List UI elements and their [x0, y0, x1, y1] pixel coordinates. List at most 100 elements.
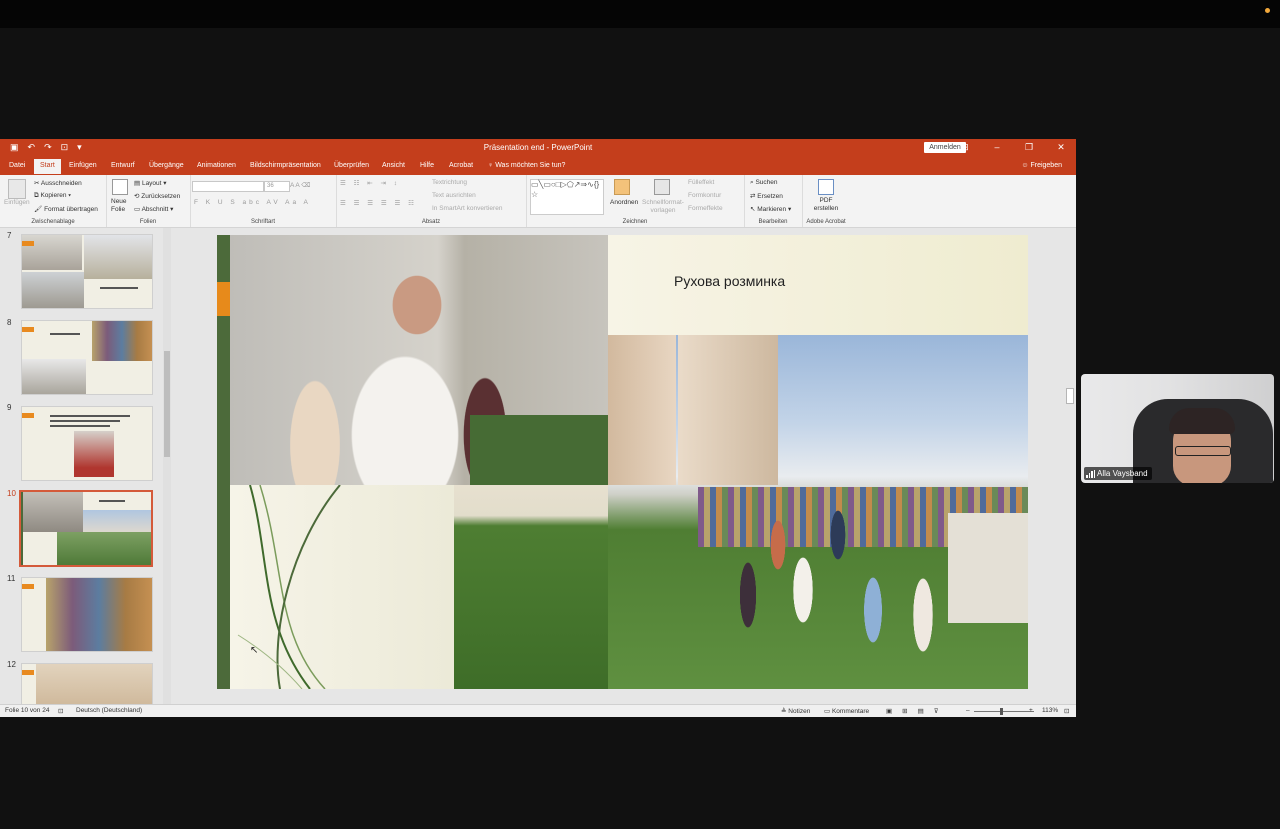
tab-ueberpruefen[interactable]: Überprüfen	[334, 162, 369, 169]
slide-title[interactable]: Рухова розминка	[674, 273, 785, 289]
quick-styles-button[interactable]: Schnellformat-vorlagen	[640, 199, 686, 215]
tab-hilfe[interactable]: Hilfe	[420, 162, 434, 169]
smartart-button[interactable]: In SmartArt konvertieren	[432, 205, 502, 212]
fit-to-window-icon[interactable]: ⊡	[1064, 707, 1069, 715]
font-group-label: Schriftart	[250, 219, 275, 225]
comment-icon: ▭	[824, 708, 832, 715]
cut-button[interactable]: ✂ Ausschneiden	[34, 179, 82, 187]
tab-bildschirmpraesentation[interactable]: Bildschirmpräsentation	[250, 162, 321, 169]
align-buttons[interactable]: ☰ ☰ ☰ ☰ ☰ ☷	[340, 199, 417, 207]
select-button[interactable]: ↖ Markieren ▾	[750, 205, 791, 213]
tab-uebergaenge[interactable]: Übergänge	[149, 162, 184, 169]
slide-thumbnail-8[interactable]	[21, 320, 153, 395]
quick-styles-icon[interactable]	[654, 179, 670, 195]
text-direction-button[interactable]: Textrichtung	[432, 179, 467, 186]
tell-me-search[interactable]: ♀ Was möchten Sie tun?	[488, 162, 565, 169]
thumbnail-scroll-thumb[interactable]	[164, 351, 170, 457]
slide-scrollbar[interactable]	[1065, 228, 1074, 704]
zoom-slider[interactable]	[974, 711, 1034, 712]
photo-participants	[718, 505, 958, 675]
person-icon: ☺	[1021, 162, 1029, 169]
font-size-buttons[interactable]: A A ⌫	[290, 181, 310, 189]
tab-entwurf[interactable]: Entwurf	[111, 162, 135, 169]
photo-building	[608, 335, 676, 485]
thumbnail-number: 7	[7, 231, 12, 240]
font-size-combo[interactable]: 36	[264, 181, 290, 192]
restore-icon[interactable]: ❐	[1022, 142, 1036, 153]
slide-thumbnail-9[interactable]	[21, 406, 153, 481]
slides-group-label: Folien	[139, 219, 157, 225]
find-button[interactable]: ⌕ Suchen	[750, 179, 778, 187]
list-buttons[interactable]: ☰ ☷ ⇤ ⇥ ↕	[340, 179, 400, 187]
participant-video-tile[interactable]: Alla Vaysband	[1081, 374, 1274, 483]
paste-button[interactable]: Einfügen	[4, 199, 30, 206]
paste-icon[interactable]	[8, 179, 26, 199]
shapes-gallery[interactable]: ▭╲▭○□▷⬠↗⇒∿{}☆	[530, 179, 604, 215]
thumbnail-number: 9	[7, 403, 12, 412]
photo-lawn-background	[470, 415, 608, 485]
notes-button[interactable]: ≜ Notizen	[781, 707, 810, 715]
powerpoint-window: ▣ ↶ ↷ ⊡ ▾ Präsentation end - PowerPoint …	[0, 139, 1076, 717]
copy-button[interactable]: ⧉ Kopieren ▾	[34, 192, 71, 200]
select-label: Markieren	[757, 206, 787, 213]
brush-icon: 🖌	[34, 206, 45, 213]
slide-thumbnail-11[interactable]	[21, 577, 153, 652]
section-icon: ▭	[134, 206, 142, 213]
replace-button[interactable]: ⇄ Ersetzen	[750, 192, 783, 200]
slide-thumbnail-12[interactable]	[21, 663, 153, 704]
language-indicator[interactable]: Deutsch (Deutschland)	[76, 707, 142, 714]
mouse-cursor-icon: ↖	[250, 645, 259, 656]
align-text-button[interactable]: Text ausrichten	[432, 192, 476, 199]
slide-scroll-thumb[interactable]	[1066, 388, 1074, 404]
drawing-group-label: Zeichnen	[622, 219, 648, 225]
slide-thumbnail-7[interactable]	[21, 234, 153, 309]
photo-group-exercise[interactable]	[608, 335, 1028, 689]
window-controls: ⊟ – ❐ ✕	[958, 142, 1068, 153]
pdf-icon[interactable]	[818, 179, 834, 195]
shape-effects-button[interactable]: Formeffekte	[688, 205, 723, 212]
drawing-group: ▭╲▭○□▷⬠↗⇒∿{}☆ Anordnen Schnellformat-vor…	[526, 175, 745, 227]
shape-outline-button[interactable]: Formkontur	[688, 192, 721, 199]
zoom-slider-knob[interactable]	[1000, 708, 1003, 715]
tab-datei[interactable]: Datei	[9, 162, 25, 169]
tab-einfuegen[interactable]: Einfügen	[69, 162, 97, 169]
section-button[interactable]: ▭ Abschnitt ▾	[134, 205, 173, 213]
font-name-combo[interactable]	[192, 181, 264, 192]
ribbon-display-icon[interactable]: ⊟	[958, 142, 972, 153]
arrange-button[interactable]: Anordnen	[610, 199, 638, 206]
thumbnail-number: 12	[7, 660, 16, 669]
format-painter-button[interactable]: 🖌 Format übertragen	[34, 205, 98, 213]
photo-lawn-left[interactable]	[454, 485, 608, 689]
create-pdf-button[interactable]: PDF erstellen	[810, 197, 842, 213]
shape-fill-button[interactable]: Fülleffekt	[688, 179, 714, 186]
close-icon[interactable]: ✕	[1054, 142, 1068, 153]
participant-name-tag: Alla Vaysband	[1084, 467, 1152, 480]
tab-start[interactable]: Start	[34, 159, 61, 174]
arrange-icon[interactable]	[614, 179, 630, 195]
thumbnail-scrollbar[interactable]	[163, 228, 171, 704]
tab-acrobat[interactable]: Acrobat	[449, 162, 473, 169]
share-button[interactable]: ☺ Freigeben	[1021, 162, 1062, 169]
thumbnail-number: 8	[7, 318, 12, 327]
new-slide-icon[interactable]	[112, 179, 128, 195]
slide-thumbnail-10[interactable]	[19, 490, 153, 567]
view-buttons[interactable]: ▣⊞▤⊽	[886, 707, 949, 715]
tab-ansicht[interactable]: Ansicht	[382, 162, 405, 169]
minimize-icon[interactable]: –	[990, 142, 1004, 153]
layout-button[interactable]: ▤ Layout ▾	[134, 179, 167, 187]
reset-label: Zurücksetzen	[141, 193, 181, 200]
tab-animationen[interactable]: Animationen	[197, 162, 236, 169]
font-format-buttons[interactable]: F K U S abc AV Aa A	[194, 199, 311, 206]
accessibility-icon[interactable]: ⊡	[58, 707, 63, 715]
zoom-level[interactable]: 113%	[1042, 707, 1058, 714]
comments-button[interactable]: ▭ Kommentare	[824, 707, 869, 715]
zoom-out-icon[interactable]: –	[966, 707, 970, 714]
photo-instructor[interactable]	[230, 235, 608, 485]
ribbon-tabs: Datei Start Einfügen Entwurf Übergänge A…	[0, 157, 1076, 175]
reset-button[interactable]: ⟲ Zurücksetzen	[134, 192, 180, 200]
new-slide-button[interactable]: Neue Folie	[111, 198, 133, 214]
current-slide[interactable]: Рухова розминка ↖	[217, 235, 1028, 689]
zoom-in-icon[interactable]: +	[1029, 707, 1033, 714]
replace-label: Ersetzen	[757, 193, 783, 200]
slides-group: Neue Folie ▤ Layout ▾ ⟲ Zurücksetzen ▭ A…	[106, 175, 191, 227]
